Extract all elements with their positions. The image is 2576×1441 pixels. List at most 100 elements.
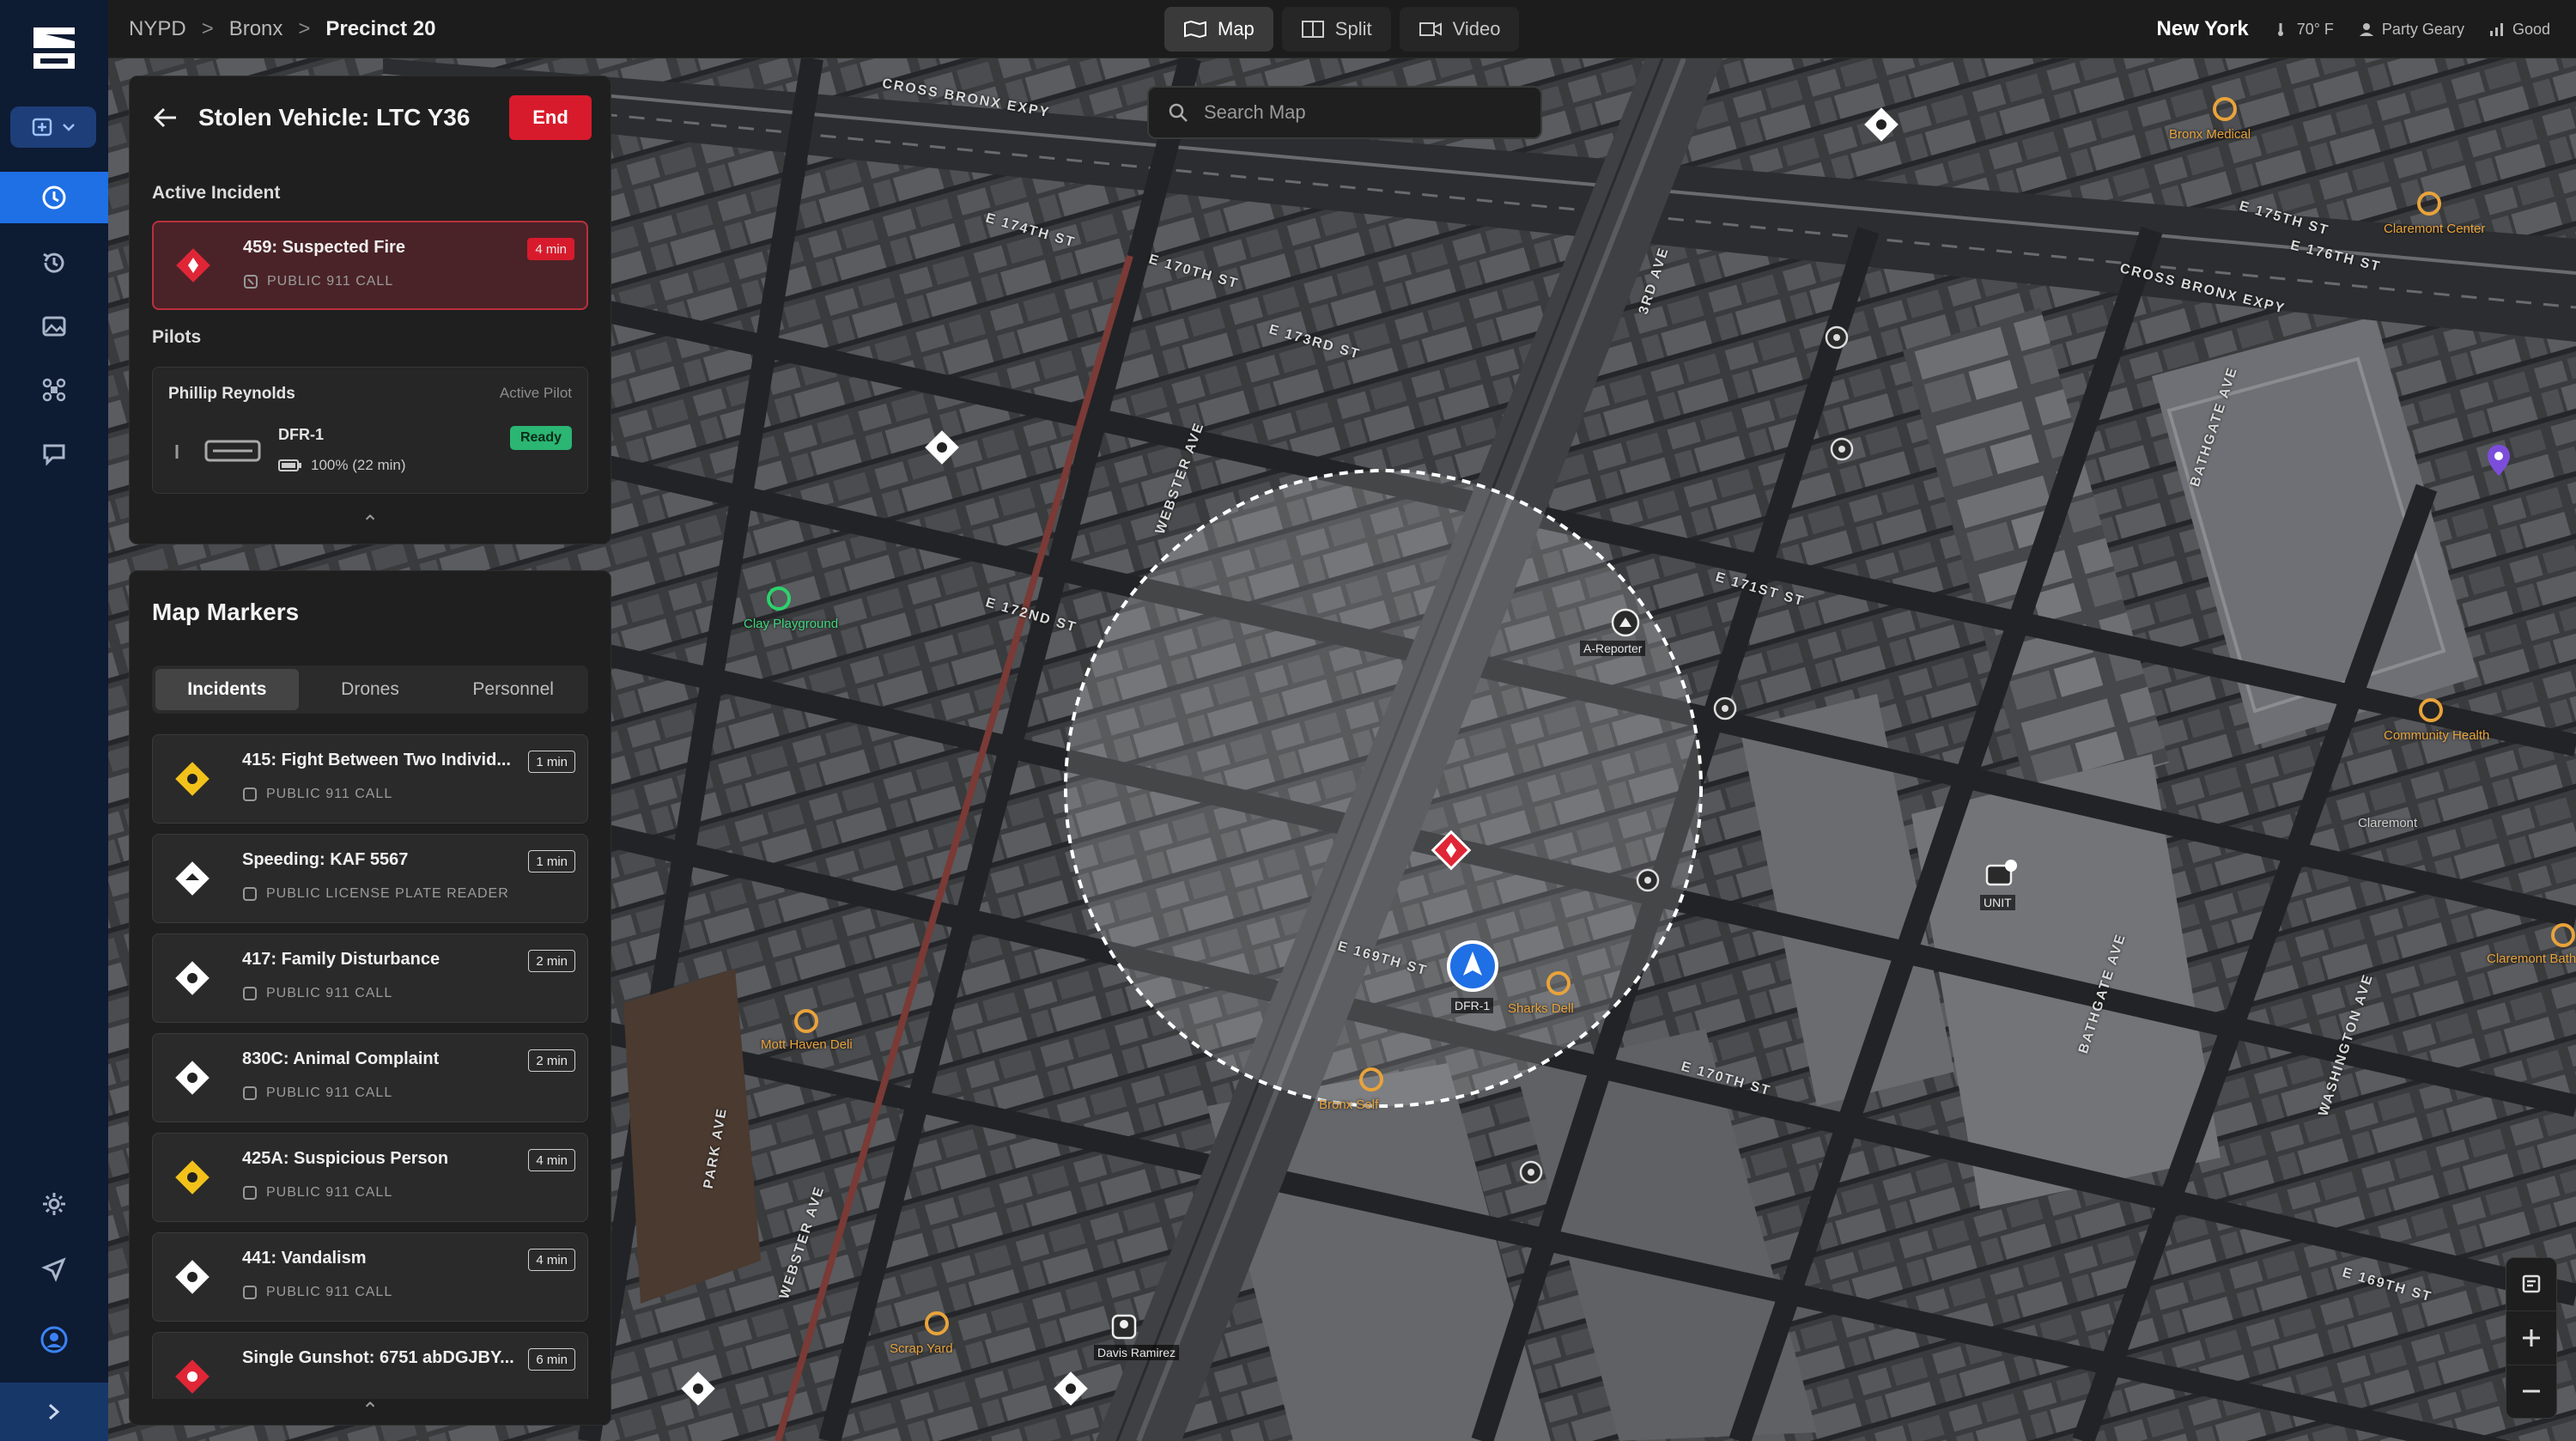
tab-split[interactable]: Split — [1281, 7, 1391, 52]
zoom-in-button[interactable] — [2506, 1311, 2556, 1365]
breadcrumb-separator: > — [298, 17, 311, 40]
rail-item-history[interactable] — [0, 237, 108, 289]
unit-label: UNIT — [1980, 895, 2015, 910]
signal-icon — [2489, 23, 2503, 36]
poi-icon[interactable] — [2415, 189, 2444, 218]
incident-marker-icon[interactable] — [677, 1367, 720, 1410]
incident-marker-icon[interactable] — [920, 426, 963, 469]
active-incident-card[interactable]: 459: Suspected Fire PUBLIC 911 CALL 4 mi… — [152, 221, 588, 310]
person-marker-icon[interactable] — [1109, 1312, 1139, 1341]
reporter-camera-icon[interactable] — [1609, 606, 1642, 639]
camera-marker-icon[interactable] — [1518, 1159, 1544, 1185]
incident-source-text: PUBLIC 911 CALL — [266, 1085, 393, 1100]
tab-map[interactable]: Map — [1164, 7, 1273, 52]
incident-source-text: PUBLIC LICENSE PLATE READER — [266, 886, 509, 901]
active-fire-incident-icon[interactable] — [1429, 828, 1473, 873]
poi-label: Clay Playground — [744, 617, 839, 631]
rail-item-chat[interactable] — [0, 428, 108, 479]
incident-item[interactable]: 415: Fight Between Two Individ... PUBLIC… — [152, 734, 588, 824]
tab-video[interactable]: Video — [1399, 7, 1520, 52]
incident-item[interactable]: Speeding: KAF 5567 PUBLIC LICENSE PLATE … — [152, 834, 588, 923]
camera-marker-icon[interactable] — [1635, 867, 1661, 893]
poi-icon[interactable] — [2550, 921, 2576, 950]
unit-marker-icon[interactable] — [1984, 857, 2018, 891]
tab-incidents[interactable]: Incidents — [155, 669, 299, 710]
breadcrumb-org[interactable]: NYPD — [129, 17, 186, 41]
expand-rail-button[interactable] — [0, 1383, 108, 1441]
tab-personnel[interactable]: Personnel — [441, 669, 585, 710]
rail-item-media[interactable] — [0, 301, 108, 352]
incident-marker-icon[interactable] — [1860, 103, 1903, 146]
signal-value: Good — [2512, 20, 2550, 38]
pilot-name: Phillip Reynolds — [168, 385, 295, 403]
rail-item-profile[interactable] — [0, 1314, 108, 1365]
user-status[interactable]: Party Geary — [2358, 21, 2464, 39]
incident-source: PUBLIC 911 CALL — [242, 1185, 392, 1201]
active-incident-source-text: PUBLIC 911 CALL — [267, 274, 394, 289]
incident-title: 830C: Animal Complaint — [242, 1049, 440, 1068]
split-icon — [1301, 21, 1324, 38]
incident-source-text: PUBLIC 911 CALL — [266, 1285, 393, 1299]
rail-item-live[interactable] — [0, 172, 108, 223]
incident-header: Stolen Vehicle: LTC Y36 End — [152, 95, 592, 140]
incident-marker-icon[interactable] — [1049, 1367, 1092, 1410]
phone-icon — [243, 1286, 257, 1299]
end-incident-button[interactable]: End — [509, 95, 592, 140]
phone-icon — [244, 275, 258, 289]
camera-marker-icon[interactable] — [1824, 325, 1850, 350]
poi-icon[interactable] — [2416, 696, 2445, 725]
poi-icon[interactable] — [1357, 1065, 1386, 1094]
video-icon — [1419, 22, 1442, 36]
incident-item[interactable]: 425A: Suspicious Person PUBLIC 911 CALL … — [152, 1133, 588, 1222]
status-bar: New York 70° F Party Geary Good — [2157, 0, 2550, 58]
suspicious-person-incident-icon — [175, 1160, 210, 1195]
collapse-chevron-icon[interactable]: ⌃ — [361, 511, 379, 536]
poi-icon[interactable] — [792, 1006, 821, 1036]
poi-icon[interactable] — [2210, 94, 2239, 124]
poi-icon[interactable] — [922, 1309, 951, 1338]
back-arrow-icon[interactable] — [152, 106, 178, 129]
active-incident-heading: Active Incident — [152, 183, 281, 203]
phone-icon — [243, 787, 257, 801]
city-label: New York — [2156, 17, 2249, 40]
purple-location-pin-icon[interactable] — [2485, 443, 2512, 477]
view-mode-tabs: Map Split Video — [1164, 7, 1520, 52]
incident-item[interactable]: 830C: Animal Complaint PUBLIC 911 CALL 2… — [152, 1033, 588, 1122]
collapse-chevron-icon[interactable]: ⌃ — [361, 1398, 379, 1423]
breadcrumb-borough[interactable]: Bronx — [229, 17, 283, 41]
rail-item-settings[interactable] — [0, 1178, 108, 1230]
markers-title: Map Markers — [152, 599, 300, 625]
poi-icon[interactable] — [1544, 969, 1573, 998]
rail-item-send[interactable] — [0, 1243, 108, 1295]
drone-location-icon[interactable] — [1444, 938, 1501, 994]
incident-source-text: PUBLIC 911 CALL — [266, 1185, 393, 1200]
incident-source: PUBLIC 911 CALL — [242, 1085, 392, 1101]
chevron-right-icon — [49, 1403, 60, 1420]
poi-label: Community Health — [2384, 728, 2490, 743]
search-map-field[interactable]: Search Map — [1147, 86, 1542, 139]
avatar-icon — [40, 1326, 68, 1353]
zoom-out-button[interactable] — [2506, 1365, 2556, 1418]
park-poi-icon[interactable] — [764, 584, 793, 613]
active-incident-source: PUBLIC 911 CALL — [243, 274, 393, 289]
incident-item[interactable]: Single Gunshot: 6751 abDGJBY... 6 min — [152, 1332, 588, 1399]
camera-marker-icon[interactable] — [1712, 696, 1738, 721]
camera-marker-icon[interactable] — [1829, 436, 1855, 462]
incident-source: PUBLIC 911 CALL — [242, 1285, 392, 1300]
workspace-select[interactable] — [10, 106, 96, 148]
pilot-card[interactable]: Phillip Reynolds Active Pilot DFR-1 100%… — [152, 367, 588, 494]
incident-item[interactable]: 417: Family Disturbance PUBLIC 911 CALL … — [152, 933, 588, 1023]
drone-icon — [175, 440, 261, 462]
incident-title: Speeding: KAF 5567 — [242, 850, 409, 869]
live-incident-icon — [42, 185, 66, 210]
weather-status: 70° F — [2273, 21, 2334, 39]
poi-label: Claremont Center — [2384, 222, 2486, 236]
rail-item-drones[interactable] — [0, 364, 108, 416]
incident-item[interactable]: 441: Vandalism PUBLIC 911 CALL 4 min — [152, 1232, 588, 1322]
gear-icon — [43, 1193, 65, 1215]
tab-drones[interactable]: Drones — [299, 669, 442, 710]
tab-split-label: Split — [1334, 18, 1372, 40]
markers-header: Map Markers — [152, 590, 592, 635]
map-layers-button[interactable] — [2506, 1258, 2556, 1312]
breadcrumb-precinct: Precinct 20 — [325, 17, 436, 40]
